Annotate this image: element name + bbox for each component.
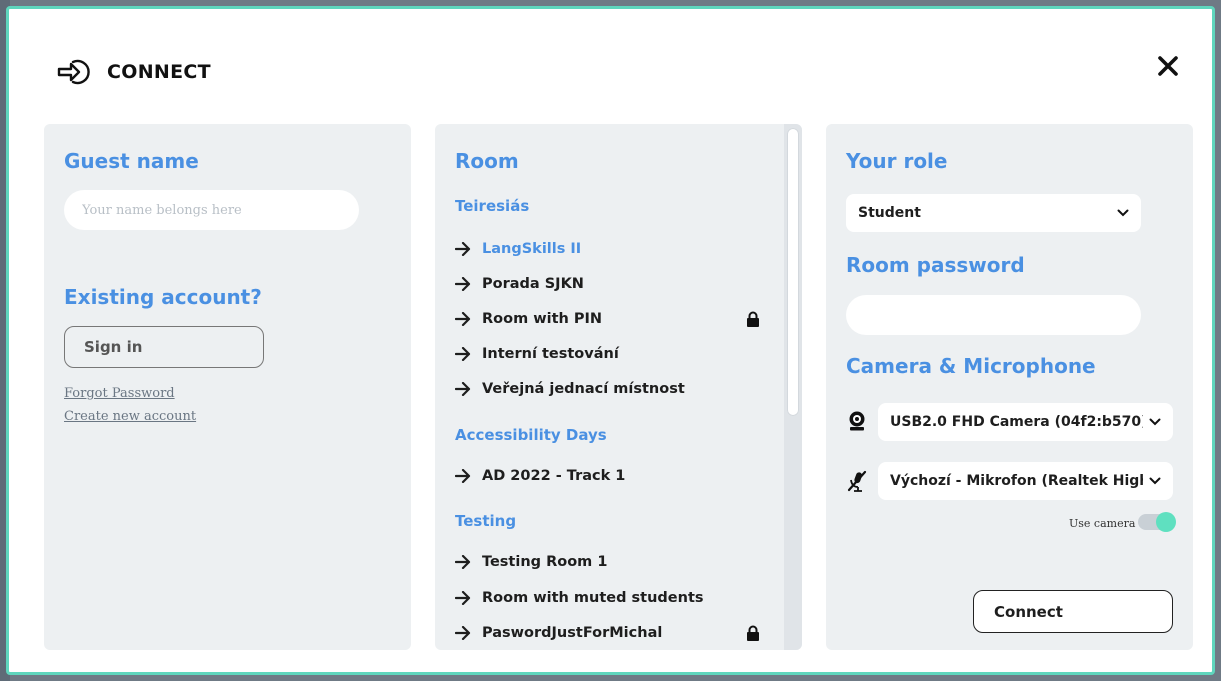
room-password-heading: Room password bbox=[846, 253, 1025, 277]
role-heading: Your role bbox=[846, 149, 948, 173]
arrow-right-icon bbox=[455, 242, 471, 256]
existing-account-heading: Existing account? bbox=[64, 285, 262, 309]
arrow-right-icon bbox=[455, 555, 471, 569]
sign-in-button[interactable]: Sign in bbox=[64, 326, 264, 368]
room-group-label: Teiresiás bbox=[455, 197, 530, 215]
connect-dialog: CONNECT Guest name Existing account? Sig… bbox=[6, 6, 1215, 675]
arrow-right-icon bbox=[455, 626, 471, 640]
room-label: Veřejná jednací místnost bbox=[482, 381, 685, 397]
forgot-password-link[interactable]: Forgot Password bbox=[64, 386, 175, 401]
room-password-input[interactable] bbox=[846, 295, 1141, 335]
room-item[interactable]: Porada SJKN bbox=[455, 271, 765, 297]
webcam-icon bbox=[849, 411, 865, 431]
chevron-down-icon bbox=[1149, 477, 1161, 485]
room-label: PaswordJustForMichal bbox=[482, 625, 663, 641]
arrow-right-icon bbox=[455, 312, 471, 326]
room-item[interactable]: Testing Room 1 bbox=[455, 549, 765, 575]
use-camera-label: Use camera bbox=[1069, 517, 1136, 530]
room-panel: Room Teiresiás LangSkills II Porada SJKN… bbox=[435, 124, 802, 650]
microphone-select[interactable]: Výchozí - Mikrofon (Realtek High Definit… bbox=[878, 462, 1173, 500]
arrow-right-icon bbox=[455, 277, 471, 291]
room-label: LangSkills II bbox=[482, 241, 582, 257]
room-item[interactable]: Veřejná jednací místnost bbox=[455, 376, 765, 402]
room-label: Porada SJKN bbox=[482, 276, 584, 292]
room-item[interactable]: PaswordJustForMichal bbox=[455, 620, 765, 646]
scrollbar-thumb[interactable] bbox=[787, 128, 799, 416]
room-label: Interní testování bbox=[482, 346, 619, 362]
toggle-knob bbox=[1156, 512, 1176, 532]
arrow-right-icon bbox=[455, 382, 471, 396]
close-button[interactable] bbox=[1155, 53, 1181, 79]
chevron-down-icon bbox=[1117, 209, 1129, 217]
microphone-select-value: Výchozí - Mikrofon (Realtek High Definit… bbox=[890, 473, 1143, 489]
room-item[interactable]: LangSkills II bbox=[455, 236, 765, 262]
connect-button[interactable]: Connect bbox=[973, 590, 1173, 633]
chevron-down-icon bbox=[1149, 418, 1161, 426]
camera-select[interactable]: USB2.0 FHD Camera (04f2:b570) bbox=[878, 403, 1173, 441]
room-group-label: Testing bbox=[455, 512, 517, 530]
camera-microphone-heading: Camera & Microphone bbox=[846, 354, 1096, 378]
close-icon bbox=[1158, 56, 1178, 76]
room-item[interactable]: Room with muted students bbox=[455, 585, 765, 611]
room-heading: Room bbox=[455, 149, 519, 173]
guest-panel: Guest name Existing account? Sign in For… bbox=[44, 124, 411, 650]
room-list-scrollbar[interactable] bbox=[784, 124, 802, 650]
microphone-muted-icon bbox=[847, 470, 867, 492]
dialog-title: CONNECT bbox=[107, 61, 211, 83]
room-group-label: Accessibility Days bbox=[455, 426, 607, 444]
use-camera-toggle[interactable] bbox=[1138, 512, 1176, 532]
room-label: Testing Room 1 bbox=[482, 554, 608, 570]
camera-select-value: USB2.0 FHD Camera (04f2:b570) bbox=[890, 414, 1143, 430]
room-item[interactable]: Interní testování bbox=[455, 341, 765, 367]
arrow-right-icon bbox=[455, 347, 471, 361]
lock-icon bbox=[747, 625, 759, 641]
room-label: Room with muted students bbox=[482, 590, 704, 606]
sign-in-icon bbox=[57, 59, 90, 85]
guest-name-input[interactable] bbox=[64, 190, 359, 230]
create-account-link[interactable]: Create new account bbox=[64, 409, 196, 424]
room-label: Room with PIN bbox=[482, 311, 603, 327]
arrow-right-icon bbox=[455, 469, 471, 483]
guest-name-heading: Guest name bbox=[64, 149, 199, 173]
role-select[interactable]: Student bbox=[846, 194, 1141, 232]
role-select-value: Student bbox=[858, 205, 921, 221]
dialog-header: CONNECT bbox=[57, 57, 211, 87]
room-item[interactable]: AD 2022 - Track 1 bbox=[455, 463, 765, 489]
settings-panel: Your role Student Room password Camera &… bbox=[826, 124, 1193, 650]
lock-icon bbox=[747, 311, 759, 327]
room-item[interactable]: Room with PIN bbox=[455, 306, 765, 332]
room-label: AD 2022 - Track 1 bbox=[482, 468, 626, 484]
arrow-right-icon bbox=[455, 591, 471, 605]
